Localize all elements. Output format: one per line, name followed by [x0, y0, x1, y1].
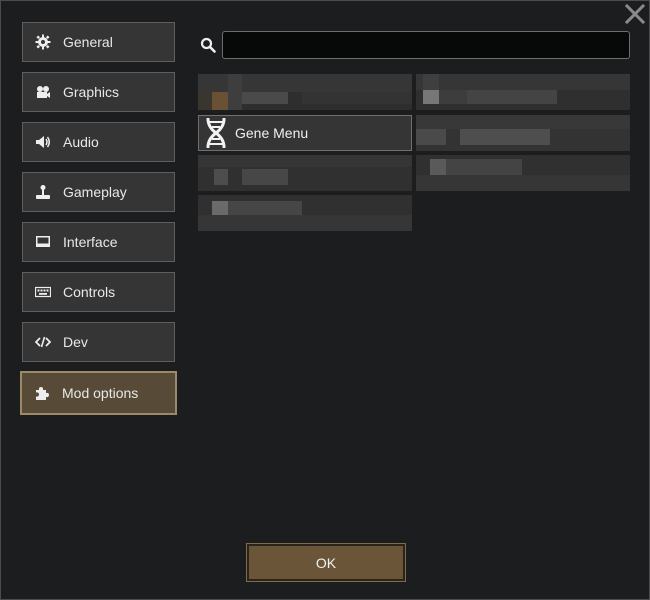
gear-icon — [35, 34, 51, 50]
sidebar-item-label: Gameplay — [63, 184, 127, 200]
joystick-icon — [35, 184, 51, 200]
search-icon — [200, 37, 216, 53]
search-input[interactable] — [222, 31, 630, 59]
mod-entry-redacted[interactable] — [198, 74, 412, 110]
mod-entry-gene-menu[interactable]: Gene Menu — [198, 115, 412, 151]
camera-icon — [35, 84, 51, 100]
ok-button-label: OK — [315, 554, 337, 571]
puzzle-icon — [34, 385, 50, 401]
monitor-icon — [35, 234, 51, 250]
sidebar-item-label: Dev — [63, 334, 88, 350]
sidebar-item-interface[interactable]: Interface — [22, 222, 175, 262]
sidebar-item-controls[interactable]: Controls — [22, 272, 175, 312]
mod-entry-redacted[interactable] — [416, 155, 630, 191]
sidebar-item-label: Audio — [63, 134, 99, 150]
sidebar-item-label: Interface — [63, 234, 118, 250]
mod-entry-redacted[interactable] — [198, 155, 412, 191]
mod-entry-redacted[interactable] — [416, 115, 630, 151]
mod-entry-label: Gene Menu — [235, 125, 309, 141]
dna-icon — [204, 117, 228, 149]
sidebar-item-dev[interactable]: Dev — [22, 322, 175, 362]
mod-entry-redacted[interactable] — [416, 74, 630, 110]
sidebar-item-label: Graphics — [63, 84, 120, 100]
speaker-icon — [35, 134, 51, 150]
sidebar-item-mod-options[interactable]: Mod options — [20, 371, 177, 415]
mod-entry-redacted[interactable] — [198, 195, 412, 231]
close-button[interactable] — [624, 3, 646, 25]
sidebar-item-gameplay[interactable]: Gameplay — [22, 172, 175, 212]
code-icon — [35, 334, 51, 350]
close-icon — [624, 3, 646, 25]
sidebar-item-label: Mod options — [62, 385, 139, 401]
keyboard-icon — [35, 284, 51, 300]
sidebar-item-label: General — [63, 34, 113, 50]
sidebar-item-general[interactable]: General — [22, 22, 175, 62]
sidebar-item-audio[interactable]: Audio — [22, 122, 175, 162]
sidebar-item-graphics[interactable]: Graphics — [22, 72, 175, 112]
mod-options-dialog: General Graphics Audio Gameplay Interfac — [0, 0, 650, 600]
ok-button[interactable]: OK — [246, 543, 406, 582]
sidebar-item-label: Controls — [63, 284, 116, 300]
